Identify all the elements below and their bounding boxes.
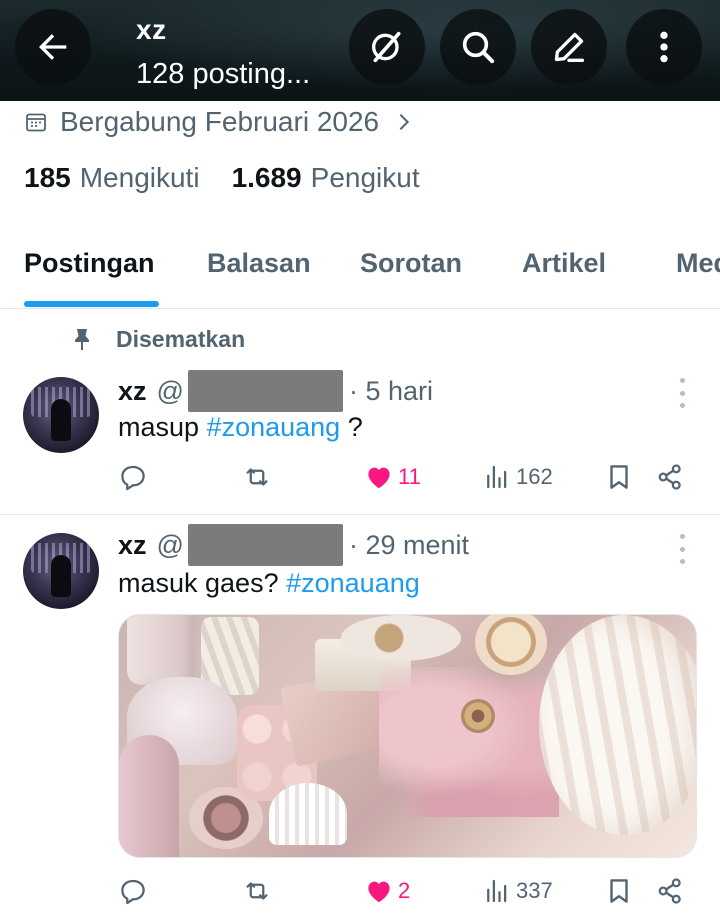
- bookmark-button[interactable]: [604, 876, 634, 906]
- display-name[interactable]: xz: [118, 376, 147, 407]
- repost-button[interactable]: [242, 876, 272, 906]
- heart-filled-icon: [368, 467, 390, 489]
- tweet-time[interactable]: · 5 hari: [349, 376, 433, 407]
- tweet-text: masuk gaes? #zonauang: [118, 568, 420, 599]
- tab-postingan[interactable]: Postingan: [24, 248, 155, 279]
- grok-icon: [372, 31, 401, 63]
- hashtag-link[interactable]: #zonauang: [286, 568, 420, 598]
- share-icon: [658, 878, 681, 904]
- like-count: 11: [398, 464, 421, 489]
- views-button[interactable]: 162: [482, 462, 553, 492]
- follow-stats: 185 Mengikuti 1.689 Pengikut: [24, 162, 420, 194]
- tweet-time[interactable]: · 29 menit: [349, 530, 469, 561]
- heart-filled-icon: [368, 881, 390, 903]
- tab-balasan[interactable]: Balasan: [207, 248, 311, 279]
- share-icon: [658, 464, 681, 490]
- shell-candle-shape: [269, 783, 347, 845]
- tweet-text: masup #zonauang ?: [118, 412, 363, 443]
- repost-icon: [246, 882, 268, 900]
- chevron-right-icon: [399, 113, 410, 131]
- hashtag-link[interactable]: #zonauang: [207, 412, 341, 442]
- tweet-more-icon[interactable]: [678, 378, 686, 408]
- perfume-bottle-shape: [119, 735, 179, 857]
- repost-icon: [246, 468, 268, 486]
- pencil-icon: [554, 32, 584, 62]
- followers-link[interactable]: 1.689 Pengikut: [232, 162, 420, 194]
- shell-lamp-shape: [539, 615, 696, 835]
- tweet-actions: 2 337: [0, 876, 720, 916]
- views-bar-chart-icon: [487, 465, 507, 489]
- header-post-count: 128 posting...: [136, 58, 311, 90]
- profile-header: xz 128 posting...: [0, 0, 720, 101]
- avatar[interactable]: [23, 533, 99, 609]
- candle-shape: [127, 615, 195, 685]
- following-label: Mengikuti: [79, 162, 200, 193]
- avatar[interactable]: [23, 377, 99, 453]
- jewelry-dish-shape: [341, 615, 461, 661]
- search-button[interactable]: [440, 9, 516, 85]
- pin-icon: [75, 328, 89, 350]
- tweet-body: masup: [118, 412, 200, 442]
- grok-button[interactable]: [349, 9, 425, 85]
- back-arrow-icon: [39, 34, 67, 60]
- bookmark-icon: [610, 465, 628, 489]
- display-name[interactable]: xz: [118, 530, 147, 561]
- tweet-photo[interactable]: [118, 614, 697, 858]
- pinned-label: Disematkan: [70, 326, 245, 353]
- brooch-shape: [461, 699, 495, 733]
- edit-button[interactable]: [531, 9, 607, 85]
- tweet-body-tail: ?: [347, 412, 363, 442]
- pinned-text: Disematkan: [116, 326, 246, 352]
- share-button[interactable]: [655, 462, 685, 492]
- tweet-body: masuk gaes?: [118, 568, 279, 598]
- tweet-actions: 11 162: [0, 462, 720, 502]
- repost-button[interactable]: [242, 462, 272, 492]
- tweet-divider: [0, 514, 720, 515]
- profile-tabs: Postingan Balasan Sorotan Artikel Media: [0, 236, 720, 309]
- joined-date-row[interactable]: Bergabung Februari 2026: [24, 104, 415, 140]
- pink-bow-shape: [379, 667, 559, 817]
- redacted-handle: [187, 370, 343, 412]
- tab-sorotan[interactable]: Sorotan: [360, 248, 462, 279]
- calendar-icon: [26, 113, 46, 132]
- reply-icon: [121, 465, 145, 491]
- header-title: xz: [136, 14, 167, 45]
- followers-label: Pengikut: [310, 162, 420, 193]
- bookmark-button[interactable]: [604, 462, 634, 492]
- search-icon: [462, 31, 495, 64]
- back-button[interactable]: [15, 9, 91, 85]
- views-bar-chart-icon: [487, 879, 507, 903]
- handle-prefix: @: [156, 375, 184, 406]
- like-button[interactable]: 2: [364, 876, 410, 906]
- reply-button[interactable]: [118, 876, 148, 906]
- handle-prefix: @: [156, 529, 184, 560]
- joined-text: Bergabung Februari 2026: [60, 106, 380, 137]
- followers-count: 1.689: [231, 162, 302, 193]
- tweet-more-icon[interactable]: [678, 534, 686, 564]
- following-count: 185: [24, 162, 71, 193]
- vertical-dots-icon: [660, 31, 668, 63]
- reply-icon: [121, 879, 145, 905]
- glass-candle-shape: [475, 615, 547, 675]
- tweet-header: xz @ · 29 menit: [118, 524, 469, 566]
- share-button[interactable]: [655, 876, 685, 906]
- like-count: 2: [398, 878, 411, 903]
- reply-button[interactable]: [118, 462, 148, 492]
- tab-artikel[interactable]: Artikel: [522, 248, 606, 279]
- more-options-button[interactable]: [626, 9, 702, 85]
- views-button[interactable]: 337: [482, 876, 553, 906]
- active-tab-indicator: [24, 301, 159, 307]
- redacted-handle: [187, 524, 343, 566]
- tab-media[interactable]: Media: [676, 248, 720, 279]
- view-count: 337: [516, 878, 553, 903]
- view-count: 162: [516, 464, 553, 489]
- like-button[interactable]: 11: [364, 462, 421, 492]
- bookmark-icon: [610, 879, 628, 903]
- following-link[interactable]: 185 Mengikuti: [24, 162, 200, 194]
- tweet-header: xz @ · 5 hari: [118, 370, 433, 412]
